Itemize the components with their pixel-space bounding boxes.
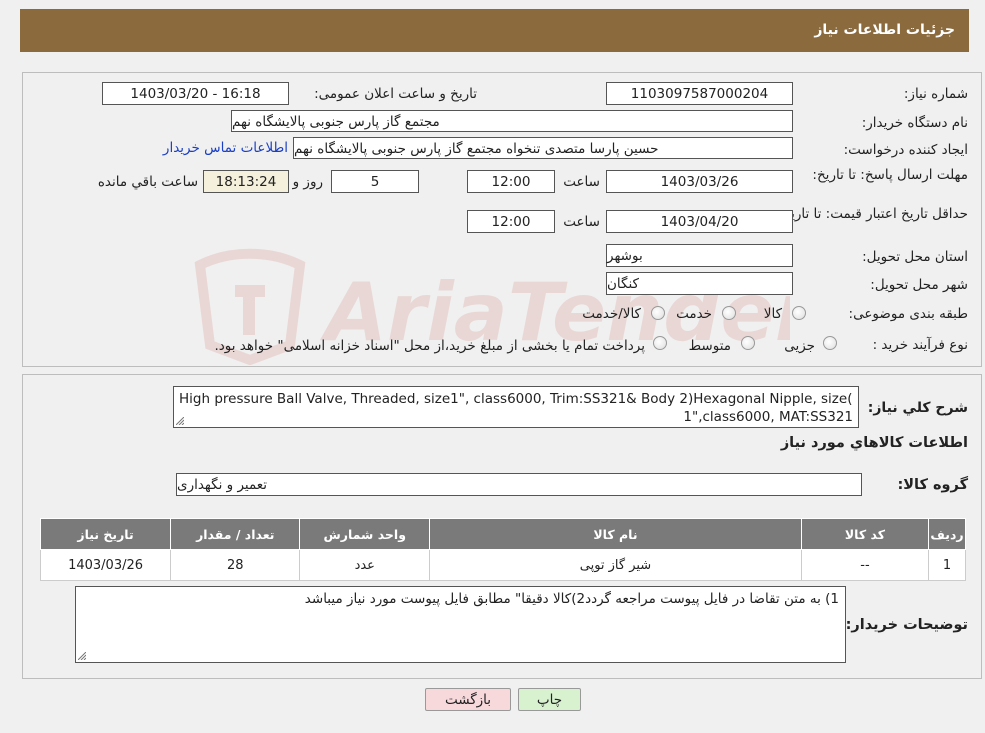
validity-label: حداقل تاریخ اعتبار قیمت: تا تاریخ:: [777, 206, 968, 222]
category-option-service: خدمت: [676, 306, 712, 322]
validity-date-field: 1403/04/20: [606, 210, 793, 233]
purchase-radio-medium[interactable]: [741, 336, 755, 350]
need-number-label: شماره نیاز:: [903, 86, 968, 102]
purchase-option-minor: جزیی: [784, 338, 815, 354]
category-radio-service[interactable]: [722, 306, 736, 320]
days-label: روز و: [292, 174, 323, 190]
goods-table: رديف کد کالا نام کالا واحد شمارش تعداد /…: [39, 518, 966, 581]
cell-goods-code: --: [800, 549, 930, 581]
description-line-1: High pressure Ball Valve, Threaded, size…: [179, 391, 853, 407]
province-field: بوشهر: [606, 244, 793, 267]
description-textarea[interactable]: High pressure Ball Valve, Threaded, size…: [173, 386, 859, 428]
table-row: 1 -- شیر گاز توپی عدد 28 1403/03/26: [39, 549, 966, 581]
days-field: 5: [331, 170, 419, 193]
col-header-quantity: تعداد / مقدار: [170, 518, 301, 550]
col-header-need-date: تاريخ نياز: [39, 518, 172, 550]
city-label: شهر محل تحویل:: [870, 277, 968, 293]
deadline-label: مهلت ارسال پاسخ: تا تاریخ:: [812, 167, 968, 183]
city-field: کنگان: [606, 272, 793, 295]
validity-time-field: 12:00: [467, 210, 555, 233]
remaining-time-field: 18:13:24: [203, 170, 289, 193]
announce-label: تاریخ و ساعت اعلان عمومی:: [314, 86, 477, 102]
description-label: شرح کلي نياز:: [867, 400, 968, 416]
category-option-goods: کالا: [763, 306, 782, 322]
purchase-note: پرداخت تمام یا بخشی از مبلغ خرید،از محل …: [214, 338, 645, 354]
col-header-row-number: رديف: [928, 518, 966, 550]
goods-info-title: اطلاعات کالاهاي مورد نياز: [780, 435, 968, 451]
description-line-2: 1",class6000, MAT:SS321: [683, 409, 853, 425]
category-option-goods-service: کالا/خدمت: [582, 306, 641, 322]
requester-label: ایجاد کننده درخواست:: [843, 142, 968, 158]
col-header-goods-name: نام کالا: [429, 518, 802, 550]
goods-group-label: گروه کالا:: [897, 477, 968, 493]
category-radio-goods-service[interactable]: [651, 306, 665, 320]
deadline-time-field: 12:00: [467, 170, 555, 193]
resize-grip-icon[interactable]: [78, 652, 86, 660]
page-title: جزئیات اطلاعات نیاز: [814, 22, 955, 38]
deadline-date-field: 1403/03/26: [606, 170, 793, 193]
buyer-org-label: نام دستگاه خریدار:: [861, 115, 968, 131]
province-label: استان محل تحویل:: [862, 249, 968, 265]
purchase-option-medium: متوسط: [688, 338, 731, 354]
col-header-goods-code: کد کالا: [800, 518, 930, 550]
goods-group-field: تعمیر و نگهداری: [176, 473, 862, 496]
buyer-notes-textarea[interactable]: 1) به متن تقاضا در فایل پیوست مراجعه گرد…: [75, 586, 846, 663]
purchase-type-label: نوع فرآیند خرید :: [872, 337, 968, 353]
requester-field: حسین پارسا متصدی تنخواه مجتمع گاز پارس ج…: [293, 137, 793, 159]
buyer-notes-label: توضیحات خریدار:: [845, 617, 968, 633]
buyer-notes-text: 1) به متن تقاضا در فایل پیوست مراجعه گرد…: [304, 591, 839, 607]
category-label: طبقه بندی موضوعی:: [848, 306, 968, 322]
need-number-field: 1103097587000204: [606, 82, 793, 105]
cell-unit: عدد: [299, 549, 431, 581]
buyer-contact-link[interactable]: اطلاعات تماس خریدار: [163, 140, 288, 156]
validity-time-label: ساعت: [563, 214, 600, 230]
buyer-org-field: مجتمع گاز پارس جنوبی پالایشگاه نهم: [231, 110, 793, 132]
resize-grip-icon[interactable]: [176, 417, 184, 425]
print-button[interactable]: چاپ: [518, 688, 581, 711]
cell-need-date: 1403/03/26: [39, 549, 172, 581]
category-radio-goods[interactable]: [792, 306, 806, 320]
remaining-label: ساعت باقي مانده: [97, 174, 198, 190]
purchase-radio-minor[interactable]: [823, 336, 837, 350]
back-button[interactable]: بازگشت: [425, 688, 511, 711]
page-header: جزئیات اطلاعات نیاز: [20, 9, 969, 52]
deadline-time-label: ساعت: [563, 174, 600, 190]
cell-goods-name: شیر گاز توپی: [429, 549, 802, 581]
purchase-note-checkbox[interactable]: [653, 336, 667, 350]
announce-field: 1403/03/20 - 16:18: [102, 82, 289, 105]
cell-row-number: 1: [928, 549, 966, 581]
col-header-unit: واحد شمارش: [299, 518, 431, 550]
cell-quantity: 28: [170, 549, 301, 581]
goods-table-header: رديف کد کالا نام کالا واحد شمارش تعداد /…: [39, 518, 966, 550]
